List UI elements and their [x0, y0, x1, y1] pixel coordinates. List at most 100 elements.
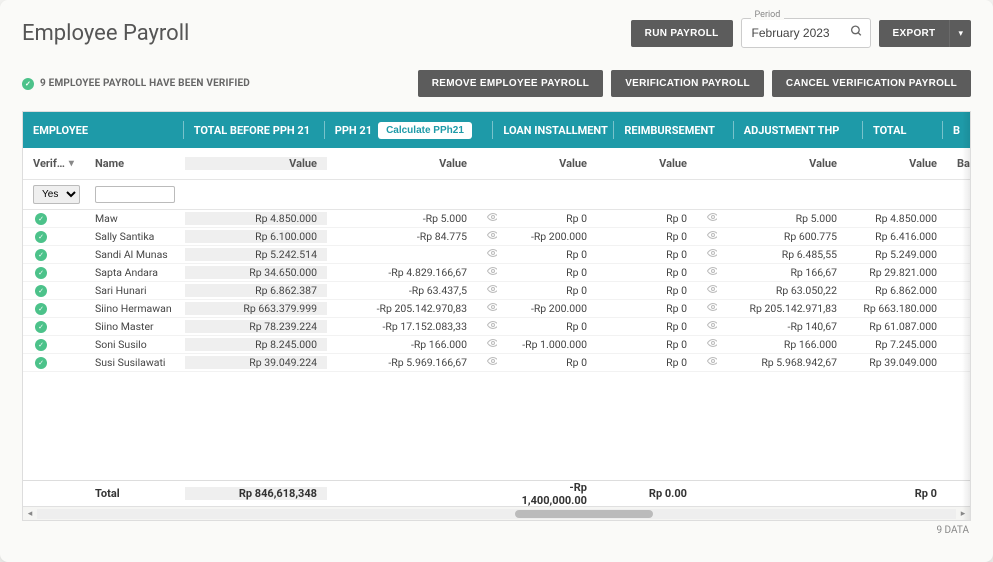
cell-total: Rp 6.416.000 — [847, 230, 947, 243]
totals-label: Total — [85, 487, 185, 500]
group-header-adjustment-thp[interactable]: ADJUSTMENT THP — [734, 112, 862, 148]
cell-total: Rp 4.850.000 — [847, 212, 947, 225]
cell-name: Sapta Andara — [85, 266, 185, 279]
table-row[interactable]: ✓Sally SantikaRp 6.100.000-Rp 84.775-Rp … — [23, 228, 970, 246]
cell-loan: Rp 0 — [497, 248, 597, 261]
eye-icon[interactable] — [487, 267, 497, 280]
col-header-name[interactable]: Name — [85, 157, 185, 170]
cancel-verification-payroll-button[interactable]: CANCEL VERIFICATION PAYROLL — [772, 70, 971, 97]
col-header-total-value[interactable]: Value — [847, 157, 947, 170]
cell-pph21: -Rp 84.775 — [327, 230, 477, 243]
eye-icon[interactable] — [487, 357, 497, 370]
cell-adjustment-thp: -Rp 140,67 — [717, 320, 847, 333]
calculate-pph21-button[interactable]: Calculate PPh21 — [378, 122, 472, 139]
cell-total-before-pph21: Rp 6.862.387 — [185, 284, 327, 297]
cell-adjustment-thp: Rp 6.485,55 — [717, 248, 847, 261]
totals-total: Rp 0 — [847, 487, 947, 500]
eye-icon[interactable] — [707, 249, 717, 262]
export-caret-button[interactable]: ▾ — [949, 20, 971, 47]
eye-icon[interactable] — [487, 321, 497, 334]
eye-icon[interactable] — [487, 339, 497, 352]
col-header-extra[interactable]: Ba — [947, 157, 967, 170]
col-header-verif[interactable]: Verif… ▾ — [23, 157, 85, 170]
horizontal-scrollbar[interactable]: ◂ ▸ — [23, 506, 970, 520]
eye-icon[interactable] — [707, 303, 717, 316]
col-header-loan-value[interactable]: Value — [497, 157, 597, 170]
group-header-employee[interactable]: EMPLOYEE — [23, 112, 183, 148]
verif-filter-select[interactable]: Yes — [33, 185, 80, 204]
cell-loan: Rp 0 — [497, 320, 597, 333]
scroll-left-icon[interactable]: ◂ — [23, 507, 37, 521]
cell-name: Susi Susilawati — [85, 356, 185, 369]
cell-pph21: -Rp 5.969.166,67 — [327, 356, 477, 369]
cell-loan: -Rp 200.000 — [497, 230, 597, 243]
search-icon[interactable] — [850, 25, 863, 42]
group-header-total[interactable]: TOTAL — [863, 112, 942, 148]
group-header-loan-installment[interactable]: LOAN INSTALLMENT — [493, 112, 613, 148]
eye-icon[interactable] — [487, 249, 497, 262]
run-payroll-button[interactable]: RUN PAYROLL — [631, 20, 733, 47]
cell-reimbursement: Rp 0 — [597, 302, 697, 315]
cell-total: Rp 6.862.000 — [847, 284, 947, 297]
cell-total-before-pph21: Rp 34.650.000 — [185, 266, 327, 279]
cell-pph21: -Rp 166.000 — [327, 338, 477, 351]
group-header-total-before-pph21[interactable]: TOTAL BEFORE PPH 21 — [184, 112, 324, 148]
cell-adjustment-thp: Rp 600.775 — [717, 230, 847, 243]
eye-icon[interactable] — [707, 285, 717, 298]
totals-loan: -Rp 1,400,000.00 — [497, 481, 597, 507]
col-header-reimb-value[interactable]: Value — [597, 157, 697, 170]
export-button[interactable]: EXPORT — [879, 20, 950, 47]
name-filter-input[interactable] — [95, 186, 175, 203]
cell-loan: Rp 0 — [497, 266, 597, 279]
scroll-track[interactable] — [37, 509, 956, 519]
cell-reimbursement: Rp 0 — [597, 212, 697, 225]
cell-loan: -Rp 1.000.000 — [497, 338, 597, 351]
cell-loan: -Rp 200.000 — [497, 302, 597, 315]
eye-icon[interactable] — [707, 321, 717, 334]
group-header-extra[interactable]: B — [943, 112, 970, 148]
table-row[interactable]: ✓Soni SusiloRp 8.245.000-Rp 166.000-Rp 1… — [23, 336, 970, 354]
eye-icon[interactable] — [707, 213, 717, 226]
cell-reimbursement: Rp 0 — [597, 338, 697, 351]
group-header-reimbursement[interactable]: REIMBURSEMENT — [614, 112, 732, 148]
group-header-pph21[interactable]: PPH 21 Calculate PPh21 — [325, 112, 493, 148]
table-row[interactable]: ✓Susi SusilawatiRp 39.049.224-Rp 5.969.1… — [23, 354, 970, 372]
eye-icon[interactable] — [487, 231, 497, 244]
cell-total: Rp 7.245.000 — [847, 338, 947, 351]
scroll-thumb[interactable] — [515, 510, 653, 518]
table-row[interactable]: ✓Sapta AndaraRp 34.650.000-Rp 4.829.166,… — [23, 264, 970, 282]
table-row[interactable]: ✓Sandi Al MunasRp 5.242.514Rp 0Rp 0Rp 6.… — [23, 246, 970, 264]
eye-icon[interactable] — [707, 357, 717, 370]
verified-status-text: 9 EMPLOYEE PAYROLL HAVE BEEN VERIFIED — [40, 78, 250, 89]
table-row[interactable]: ✓Siino HermawanRp 663.379.999-Rp 205.142… — [23, 300, 970, 318]
table-row[interactable]: ✓Sari HunariRp 6.862.387-Rp 63.437,5Rp 0… — [23, 282, 970, 300]
filter-icon[interactable]: ▾ — [69, 158, 74, 169]
verification-payroll-button[interactable]: VERIFICATION PAYROLL — [611, 70, 764, 97]
col-header-adj-value[interactable]: Value — [717, 157, 847, 170]
cell-adjustment-thp: Rp 63.050,22 — [717, 284, 847, 297]
verified-icon: ✓ — [35, 321, 47, 333]
period-field[interactable]: Period — [741, 18, 871, 48]
verified-icon: ✓ — [35, 267, 47, 279]
table-row[interactable]: ✓Siino MasterRp 78.239.224-Rp 17.152.083… — [23, 318, 970, 336]
eye-icon[interactable] — [487, 303, 497, 316]
eye-icon[interactable] — [487, 285, 497, 298]
cell-total-before-pph21: Rp 5.242.514 — [185, 248, 327, 261]
table-body: ✓MawRp 4.850.000-Rp 5.000Rp 0Rp 0Rp 5.00… — [23, 210, 970, 480]
cell-reimbursement: Rp 0 — [597, 320, 697, 333]
verified-icon: ✓ — [35, 213, 47, 225]
cell-total-before-pph21: Rp 4.850.000 — [185, 212, 327, 225]
cell-pph21: -Rp 5.000 — [327, 212, 477, 225]
col-header-tbp-value[interactable]: Value — [185, 157, 327, 170]
table-row[interactable]: ✓MawRp 4.850.000-Rp 5.000Rp 0Rp 0Rp 5.00… — [23, 210, 970, 228]
remove-employee-payroll-button[interactable]: REMOVE EMPLOYEE PAYROLL — [418, 70, 603, 97]
cell-total: Rp 663.180.000 — [847, 302, 947, 315]
col-header-pph-value[interactable]: Value — [327, 157, 477, 170]
eye-icon[interactable] — [707, 339, 717, 352]
scroll-right-icon[interactable]: ▸ — [956, 507, 970, 521]
totals-reimb: Rp 0.00 — [597, 487, 697, 500]
eye-icon[interactable] — [487, 213, 497, 226]
cell-reimbursement: Rp 0 — [597, 284, 697, 297]
eye-icon[interactable] — [707, 267, 717, 280]
eye-icon[interactable] — [707, 231, 717, 244]
